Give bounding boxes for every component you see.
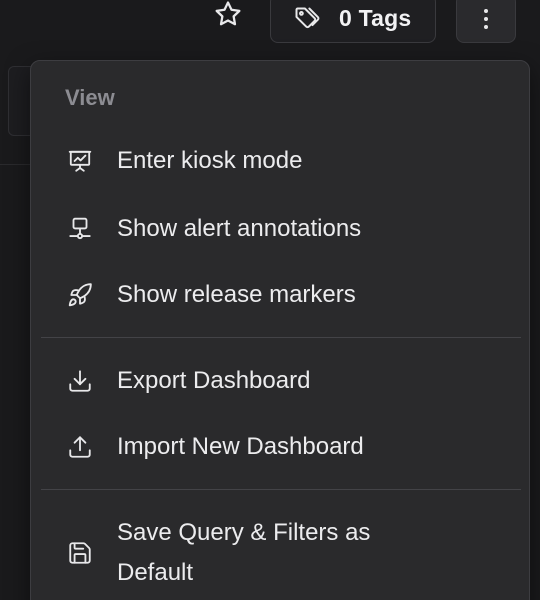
menu-item-label: Import New Dashboard <box>117 433 364 460</box>
menu-item-label: Save Query & Filters as Default <box>117 519 371 586</box>
menu-item-label: Enter kiosk mode <box>117 147 303 174</box>
menu-item-label: Show alert annotations <box>117 215 362 242</box>
presentation-icon <box>66 147 94 175</box>
menu-divider <box>41 489 521 490</box>
star-icon <box>213 0 243 29</box>
menu-item-import-new-dashboard[interactable]: Import New Dashboard <box>41 420 521 474</box>
upload-icon <box>66 433 94 461</box>
menu-item-label: Show release markers <box>117 281 356 308</box>
menu-item-show-alert-annotations[interactable]: Show alert annotations <box>41 202 521 256</box>
favorite-button[interactable] <box>208 0 248 32</box>
menu-section-title: View <box>65 85 115 110</box>
rocket-icon <box>66 281 94 309</box>
menu-item-enter-kiosk-mode[interactable]: Enter kiosk mode <box>41 134 521 188</box>
page: 0 Tags View Enter kiosk mode Show alert … <box>0 0 540 600</box>
menu-item-label: Export Dashboard <box>117 367 311 394</box>
tag-icon <box>293 5 321 33</box>
view-menu: View Enter kiosk mode Show alert annotat… <box>30 60 530 600</box>
menu-item-save-query-filters-default[interactable]: Save Query & Filters as Default <box>41 511 521 595</box>
download-icon <box>66 367 94 395</box>
menu-divider <box>41 337 521 338</box>
more-options-button[interactable] <box>456 0 516 43</box>
network-icon <box>66 215 94 243</box>
more-vertical-icon <box>482 6 490 32</box>
menu-item-export-dashboard[interactable]: Export Dashboard <box>41 354 521 408</box>
tags-count-label: 0 Tags <box>339 5 412 31</box>
menu-item-show-release-markers[interactable]: Show release markers <box>41 268 521 322</box>
save-icon <box>66 539 94 567</box>
tags-button[interactable]: 0 Tags <box>270 0 436 43</box>
